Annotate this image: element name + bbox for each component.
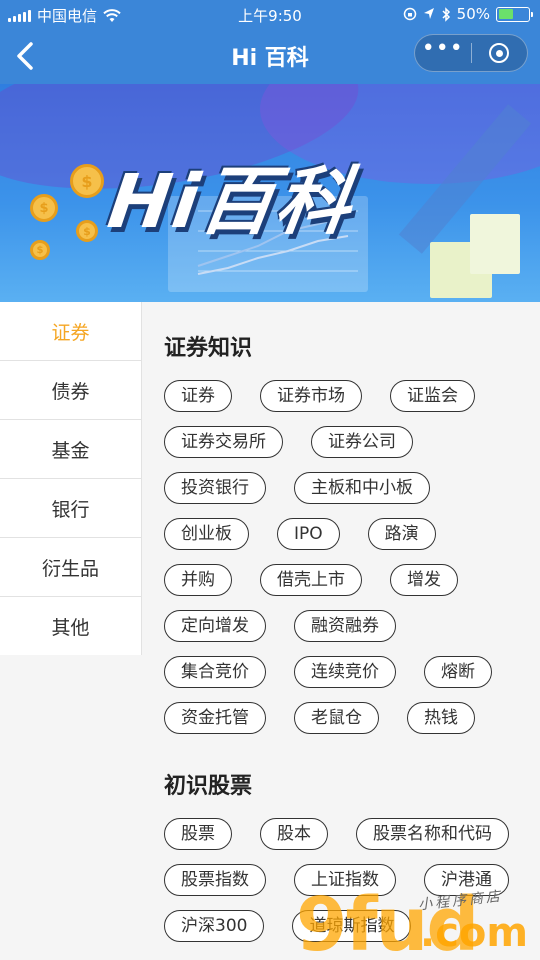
coin-icon: $ bbox=[30, 240, 50, 260]
tag-list: 证券 证券市场 证监会证券交易所 证券公司投资银行 主板和中小板创业板 IPO 路演并购 借壳… bbox=[164, 380, 540, 734]
topic-tag[interactable]: 主板和中小板 bbox=[294, 472, 430, 504]
section-title: 证券知识 bbox=[164, 336, 253, 361]
sidebar-empty-area bbox=[0, 655, 142, 960]
coin-icon: $ bbox=[30, 194, 58, 222]
top-bar: 中国电信 上午9:50 50% Hi 百科 ••• bbox=[0, 0, 540, 84]
coin-icon: $ bbox=[70, 164, 104, 198]
category-sidebar: 证券 债券 基金 银行 衍生品 其他 bbox=[0, 302, 142, 656]
section-title: 初识股票 bbox=[164, 774, 253, 799]
sidebar-item-label: 衍生品 bbox=[41, 557, 99, 580]
topic-tag[interactable]: 股票指数 bbox=[164, 864, 266, 896]
bluetooth-icon bbox=[442, 6, 450, 22]
topic-tag[interactable]: 连续竞价 bbox=[294, 656, 396, 688]
topic-tag[interactable]: 热钱 bbox=[407, 702, 475, 734]
topic-tag[interactable]: 路演 bbox=[367, 518, 436, 550]
topic-tag[interactable]: 证券市场 bbox=[260, 380, 362, 412]
close-button[interactable] bbox=[472, 43, 528, 63]
sidebar-item-securities[interactable]: 证券 bbox=[0, 302, 141, 361]
topic-tag[interactable]: 融资融券 bbox=[294, 610, 396, 642]
sidebar-item-label: 银行 bbox=[51, 498, 90, 521]
banner-title: Hi百科 bbox=[103, 159, 359, 245]
topic-tag[interactable]: 资金托管 bbox=[164, 702, 266, 734]
status-bar: 中国电信 上午9:50 50% bbox=[0, 0, 540, 28]
topic-tag[interactable]: 股本 bbox=[260, 818, 328, 850]
status-right: 50% bbox=[403, 5, 533, 23]
topic-tag[interactable]: 并购 bbox=[164, 564, 232, 596]
topic-tag[interactable]: 沪港通 bbox=[424, 864, 509, 896]
topic-tag[interactable]: 创业板 bbox=[164, 518, 249, 550]
topic-tag[interactable]: 上证指数 bbox=[294, 864, 396, 896]
topic-tag[interactable]: 股票名称和代码 bbox=[356, 818, 509, 850]
target-close-icon bbox=[489, 43, 510, 63]
content-panel: 证券知识 证券 证券市场 证监会证券交易所 证券公司投资银行 主板和中小板创业板 IPO 路… bbox=[142, 302, 540, 960]
topic-tag[interactable]: 熔断 bbox=[424, 656, 492, 688]
topic-tag[interactable]: 定向增发 bbox=[164, 610, 266, 642]
sidebar-item-funds[interactable]: 基金 bbox=[0, 420, 141, 479]
topic-tag[interactable]: 证券交易所 bbox=[164, 426, 283, 458]
topic-tag[interactable]: 投资银行 bbox=[164, 472, 266, 504]
topic-tag[interactable]: 证券 bbox=[164, 380, 232, 412]
sidebar-item-label: 其他 bbox=[51, 616, 90, 639]
sidebar-item-label: 债券 bbox=[51, 380, 90, 403]
nav-bar: Hi 百科 ••• bbox=[0, 28, 540, 84]
topic-tag[interactable]: 证监会 bbox=[390, 380, 475, 412]
tag-list: 股票 股本 股票名称和代码股票指数 上证指数 沪港通沪深300 道琼斯指数 bbox=[164, 818, 540, 942]
sidebar-item-bonds[interactable]: 债券 bbox=[0, 361, 141, 420]
topic-tag[interactable]: 借壳上市 bbox=[260, 564, 362, 596]
topic-tag[interactable]: 增发 bbox=[390, 564, 458, 596]
document-graphic bbox=[470, 214, 520, 274]
mini-program-capsule: ••• bbox=[414, 34, 528, 72]
coin-icon: $ bbox=[76, 220, 98, 242]
sidebar-item-label: 证券 bbox=[51, 321, 90, 344]
sidebar-item-label: 基金 bbox=[51, 439, 90, 462]
topic-tag[interactable]: 老鼠仓 bbox=[294, 702, 379, 734]
location-icon bbox=[423, 8, 434, 19]
sidebar-item-banking[interactable]: 银行 bbox=[0, 479, 141, 538]
topic-tag[interactable]: 集合竞价 bbox=[164, 656, 266, 688]
battery-percent: 50% bbox=[456, 5, 490, 23]
topic-tag[interactable]: 道琼斯指数 bbox=[292, 910, 412, 942]
topic-tag[interactable]: IPO bbox=[277, 518, 340, 550]
banner[interactable]: $ $ $ $ Hi百科 bbox=[0, 84, 540, 302]
sidebar-item-derivatives[interactable]: 衍生品 bbox=[0, 538, 141, 597]
topic-tag[interactable]: 沪深300 bbox=[164, 910, 265, 942]
orientation-lock-icon bbox=[403, 7, 416, 21]
sidebar-item-others[interactable]: 其他 bbox=[0, 597, 141, 656]
topic-tag[interactable]: 股票 bbox=[164, 818, 232, 850]
topic-tag[interactable]: 证券公司 bbox=[311, 426, 413, 458]
more-button[interactable]: ••• bbox=[415, 38, 471, 60]
battery-icon bbox=[496, 6, 533, 22]
